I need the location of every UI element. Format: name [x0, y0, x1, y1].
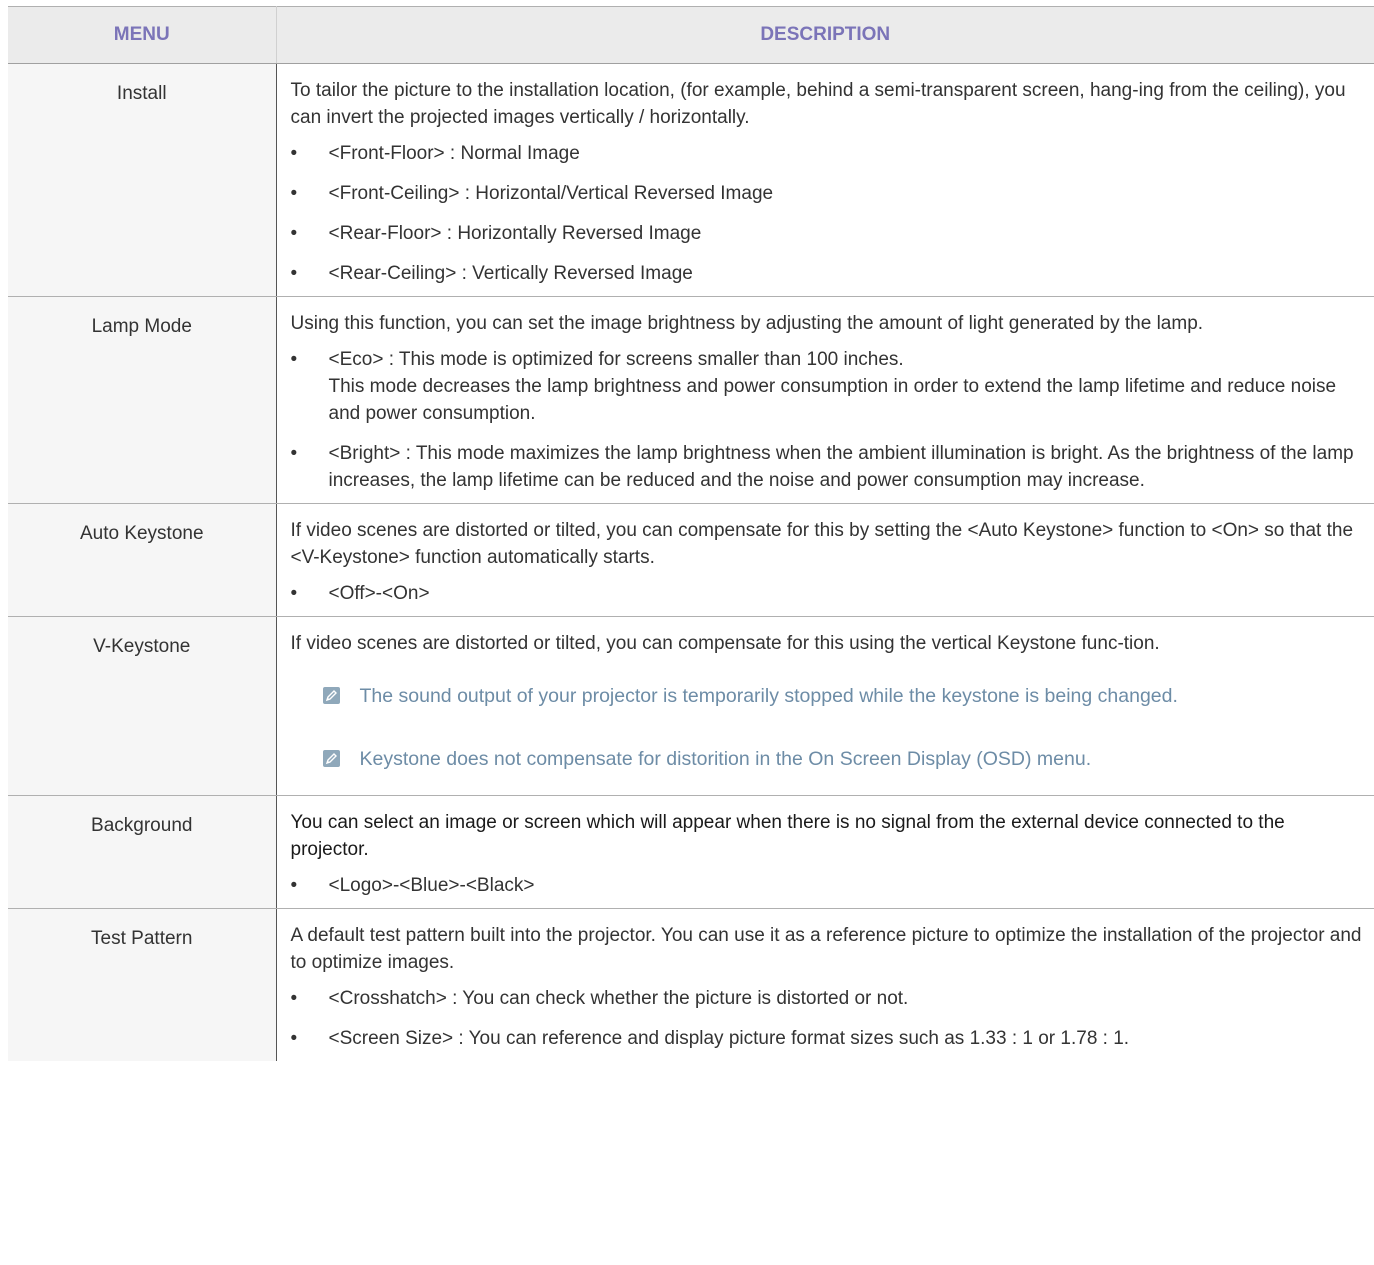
description-column-header: DESCRIPTION — [276, 6, 1374, 64]
description-cell: If video scenes are distorted or tilted,… — [276, 503, 1374, 617]
description-cell: A default test pattern built into the pr… — [276, 909, 1374, 1062]
table-row-v-keystone: V-Keystone If video scenes are distorted… — [8, 616, 1374, 796]
menu-cell: Background — [8, 795, 277, 909]
list-item: • <Front-Floor> : Normal Image — [291, 140, 1367, 167]
bullet-icon: • — [290, 349, 298, 370]
list-item: • <Off>-<On> — [291, 580, 1367, 607]
description-cell: To tailor the picture to the installatio… — [276, 63, 1374, 297]
note: Keystone does not compensate for distori… — [322, 746, 1367, 773]
table-row-auto-keystone: Auto Keystone If video scenes are distor… — [8, 503, 1374, 617]
description-text: You can select an image or screen which … — [290, 812, 1285, 860]
note-pencil-icon — [322, 750, 340, 767]
note-text: The sound output of your projector is te… — [359, 685, 1178, 707]
option-list: • <Crosshatch> : You can check whether th… — [291, 985, 1367, 1052]
menu-cell: V-Keystone — [8, 616, 277, 796]
table-row-lamp-mode: Lamp Mode Using this function, you can s… — [8, 296, 1374, 504]
description-cell: If video scenes are distorted or tilted,… — [276, 616, 1374, 796]
option-list: • <Off>-<On> — [291, 580, 1367, 607]
list-item: • <Screen Size> : You can reference and d… — [291, 1025, 1367, 1052]
description-text: Using this function, you can set the ima… — [290, 313, 1204, 334]
menu-cell: Lamp Mode — [8, 296, 277, 504]
option-list: • <Eco> : This mode is optimized for scre… — [291, 346, 1367, 494]
list-item: • <Eco> : This mode is optimized for scre… — [291, 346, 1367, 427]
table-row-install: Install To tailor the picture to the ins… — [8, 63, 1374, 297]
bullet-icon: • — [290, 583, 298, 604]
description-cell: Using this function, you can set the ima… — [276, 296, 1374, 504]
menu-cell: Test Pattern — [8, 908, 277, 1061]
bullet-icon: • — [290, 443, 298, 464]
list-item: • <Rear-Floor> : Horizontally Reversed Im… — [291, 220, 1367, 247]
menu-cell: Install — [8, 63, 277, 297]
bullet-icon: • — [290, 143, 298, 164]
option-text: <Front-Ceiling> : Horizontal/Vertical Re… — [328, 183, 774, 204]
description-text: A default test pattern built into the pr… — [290, 925, 1362, 973]
note-pencil-icon — [322, 687, 340, 704]
list-item: • <Crosshatch> : You can check whether th… — [291, 985, 1367, 1012]
list-item: • <Logo>-<Blue>-<Black> — [291, 872, 1367, 899]
option-text: <Rear-Floor> : Horizontally Reversed Ima… — [328, 223, 702, 244]
option-list: • <Front-Floor> : Normal Image • <Front-Ce… — [291, 140, 1367, 287]
bullet-icon: • — [290, 183, 298, 204]
option-text: <Off>-<On> — [328, 583, 430, 604]
option-text: <Crosshatch> : You can check whether the… — [328, 988, 909, 1009]
bullet-icon: • — [290, 988, 298, 1009]
table-row-test-pattern: Test Pattern A default test pattern buil… — [8, 908, 1374, 1062]
list-item: • <Bright> : This mode maximizes the lamp… — [291, 440, 1367, 494]
option-text: <Logo>-<Blue>-<Black> — [328, 875, 535, 896]
option-text: <Screen Size> : You can reference and di… — [328, 1028, 1130, 1049]
bullet-icon: • — [290, 223, 298, 244]
option-text: <Eco> : This mode is optimized for scree… — [328, 349, 904, 370]
list-item: • <Rear-Ceiling> : Vertically Reversed Im… — [291, 260, 1367, 287]
description-text: If video scenes are distorted or tilted,… — [290, 633, 1160, 654]
bullet-icon: • — [290, 1028, 298, 1049]
note-text: Keystone does not compensate for distori… — [359, 748, 1092, 770]
option-text: <Bright> : This mode maximizes the lamp … — [328, 443, 1354, 491]
option-list: • <Logo>-<Blue>-<Black> — [291, 872, 1367, 899]
description-text: If video scenes are distorted or tilted,… — [290, 520, 1354, 568]
bullet-icon: • — [290, 263, 298, 284]
menu-column-header: MENU — [8, 6, 277, 64]
list-item: • <Front-Ceiling> : Horizontal/Vertical R… — [291, 180, 1367, 207]
note: The sound output of your projector is te… — [322, 683, 1367, 710]
bullet-icon: • — [290, 875, 298, 896]
option-extra-text: This mode decreases the lamp brightness … — [328, 376, 1337, 424]
option-text: <Rear-Ceiling> : Vertically Reversed Ima… — [328, 263, 693, 284]
description-text: To tailor the picture to the installatio… — [290, 80, 1346, 128]
description-cell: You can select an image or screen which … — [276, 795, 1374, 909]
option-text: <Front-Floor> : Normal Image — [328, 143, 580, 164]
table-row-background: Background You can select an image or sc… — [8, 795, 1374, 909]
table-header-row: MENU DESCRIPTION — [8, 6, 1374, 64]
menu-description-table: MENU DESCRIPTION Install To tailor the p… — [8, 6, 1374, 1061]
menu-cell: Auto Keystone — [8, 503, 277, 617]
